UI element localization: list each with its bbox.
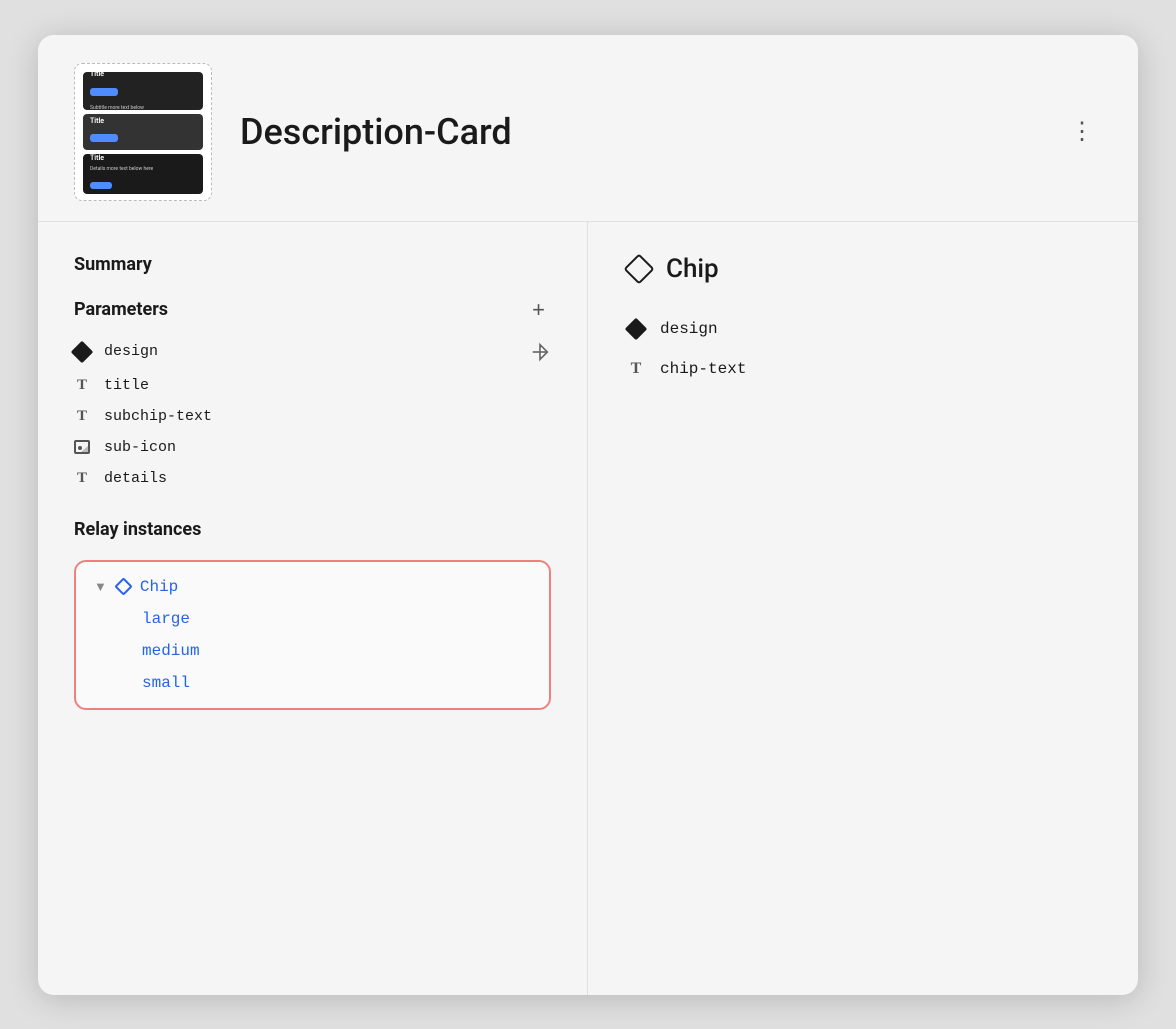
right-param-name-design: design	[660, 320, 718, 338]
page-title: Description-Card	[240, 111, 1034, 153]
parameter-list: design T title T	[74, 341, 551, 487]
relay-instances-label: Relay instances	[74, 519, 551, 540]
right-panel: Chip design T chip-text	[588, 222, 1138, 995]
left-panel: Summary Parameters + design	[38, 222, 588, 995]
param-name-sub-icon: sub-icon	[104, 439, 176, 456]
param-subchip-text: T subchip-text	[74, 408, 551, 425]
right-chip-title: Chip	[666, 254, 719, 284]
summary-label: Summary	[74, 254, 551, 275]
param-title: T title	[74, 377, 551, 394]
parameters-label: Parameters	[74, 299, 168, 320]
thumbnail: Title Subtitle more text below Title Tit…	[74, 63, 212, 201]
chevron-down-icon: ▼	[94, 579, 107, 595]
text-t-icon-3: T	[74, 470, 90, 487]
relay-sub-item-large[interactable]: large	[142, 610, 531, 628]
right-header: Chip	[628, 254, 1098, 284]
right-param-chip-text: T chip-text	[628, 360, 1098, 378]
param-details: T details	[74, 470, 551, 487]
parameters-header: Parameters +	[74, 295, 551, 325]
body: Summary Parameters + design	[38, 222, 1138, 995]
relay-sub-list: large medium small	[94, 610, 531, 692]
param-name-details: details	[104, 470, 167, 487]
relay-instances-section: Relay instances ▼ Chip large medium smal…	[74, 519, 551, 710]
text-t-icon: T	[74, 377, 90, 394]
right-param-design: design	[628, 320, 1098, 338]
relay-box: ▼ Chip large medium small	[74, 560, 551, 710]
header: Title Subtitle more text below Title Tit…	[38, 35, 1138, 222]
chip-diamond-outline-icon	[623, 253, 654, 284]
relay-sub-item-medium[interactable]: medium	[142, 642, 531, 660]
relay-chip-title: Chip	[140, 578, 178, 596]
right-param-list: design T chip-text	[628, 320, 1098, 378]
right-diamond-filled-icon	[625, 317, 648, 340]
relay-header[interactable]: ▼ Chip	[94, 578, 531, 596]
param-name-subchip-text: subchip-text	[104, 408, 212, 425]
design-arrow-icon[interactable]	[529, 341, 551, 363]
main-card: Title Subtitle more text below Title Tit…	[38, 35, 1138, 995]
right-param-name-chip-text: chip-text	[660, 360, 746, 378]
right-text-t-icon: T	[628, 360, 644, 378]
param-sub-icon: sub-icon	[74, 439, 551, 456]
diamond-filled-icon	[71, 340, 94, 363]
param-name-title: title	[104, 377, 149, 394]
relay-diamond-outline-icon	[114, 577, 132, 595]
param-design: design	[74, 341, 551, 363]
more-button[interactable]: ⋮	[1062, 113, 1102, 150]
image-icon	[74, 440, 90, 454]
text-t-icon-2: T	[74, 408, 90, 425]
param-name-design: design	[104, 343, 158, 360]
relay-sub-item-small[interactable]: small	[142, 674, 531, 692]
add-parameter-button[interactable]: +	[526, 295, 551, 325]
